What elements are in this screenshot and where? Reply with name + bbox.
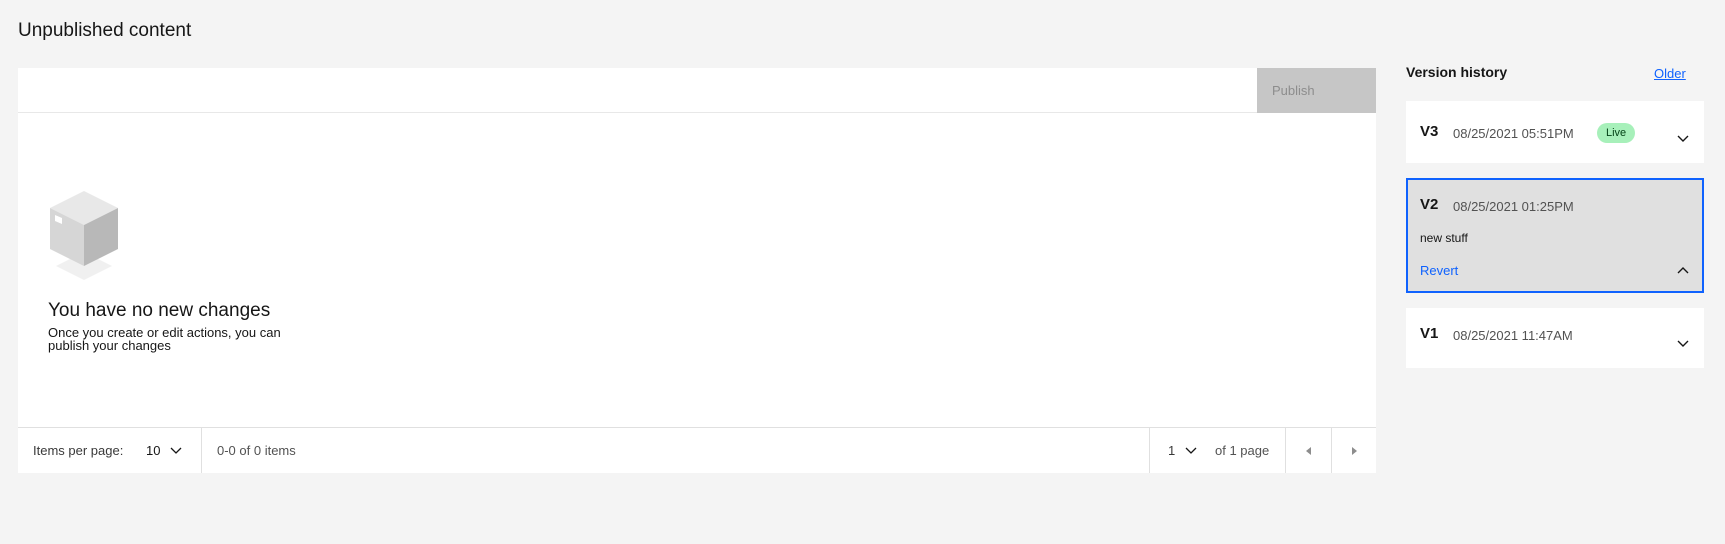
version-date: 08/25/2021 11:47AM: [1453, 328, 1573, 343]
caret-right-icon: [1351, 446, 1357, 455]
version-label: V1: [1420, 325, 1439, 342]
version-note: new stuff: [1420, 231, 1468, 245]
chevron-down-icon: [1185, 447, 1197, 454]
divider: [1149, 428, 1150, 473]
chevron-down-icon[interactable]: [1676, 131, 1690, 145]
unpublished-content-panel: Publish You have no new changes Once you…: [18, 68, 1376, 473]
version-history-title: Version history: [1406, 64, 1508, 80]
items-per-page-value: 10: [146, 443, 161, 458]
version-card-v2[interactable]: V2 08/25/2021 01:25PM new stuff Revert: [1406, 178, 1704, 293]
divider: [201, 428, 202, 473]
older-versions-link[interactable]: Older: [1654, 66, 1686, 81]
previous-page-button[interactable]: [1286, 428, 1331, 473]
revert-link[interactable]: Revert: [1420, 263, 1458, 278]
next-page-button[interactable]: [1331, 428, 1376, 473]
table-toolbar: Publish: [18, 68, 1376, 113]
total-pages-text: of 1 page: [1215, 443, 1270, 458]
version-label: V3: [1420, 123, 1439, 140]
live-badge: Live: [1597, 123, 1636, 143]
publish-button[interactable]: Publish: [1257, 68, 1376, 113]
empty-box-icon: [50, 191, 118, 280]
version-date: 08/25/2021 01:25PM: [1453, 199, 1574, 214]
version-label: V2: [1420, 196, 1439, 213]
page-number-value: 1: [1168, 443, 1176, 458]
items-per-page-select[interactable]: 10: [146, 428, 190, 473]
items-per-page-label: Items per page:: [33, 443, 124, 458]
page-title: Unpublished content: [18, 20, 192, 41]
version-card-v1[interactable]: V1 08/25/2021 11:47AM: [1406, 308, 1704, 368]
version-card-v3[interactable]: V3 08/25/2021 05:51PM Live: [1406, 101, 1704, 163]
chevron-up-icon[interactable]: [1676, 264, 1690, 278]
chevron-down-icon[interactable]: [1676, 336, 1690, 350]
pagination-bar: Items per page: 10 0-0 of 0 items 1 of 1…: [18, 427, 1376, 473]
empty-state-description: Once you create or edit actions, you can…: [48, 325, 281, 353]
version-date: 08/25/2021 05:51PM: [1453, 126, 1574, 141]
page-number-select[interactable]: 1: [1168, 428, 1197, 473]
item-range-text: 0-0 of 0 items: [217, 443, 296, 458]
empty-state-title: You have no new changes: [48, 300, 271, 321]
caret-left-icon: [1305, 446, 1311, 455]
chevron-down-icon: [171, 447, 182, 454]
